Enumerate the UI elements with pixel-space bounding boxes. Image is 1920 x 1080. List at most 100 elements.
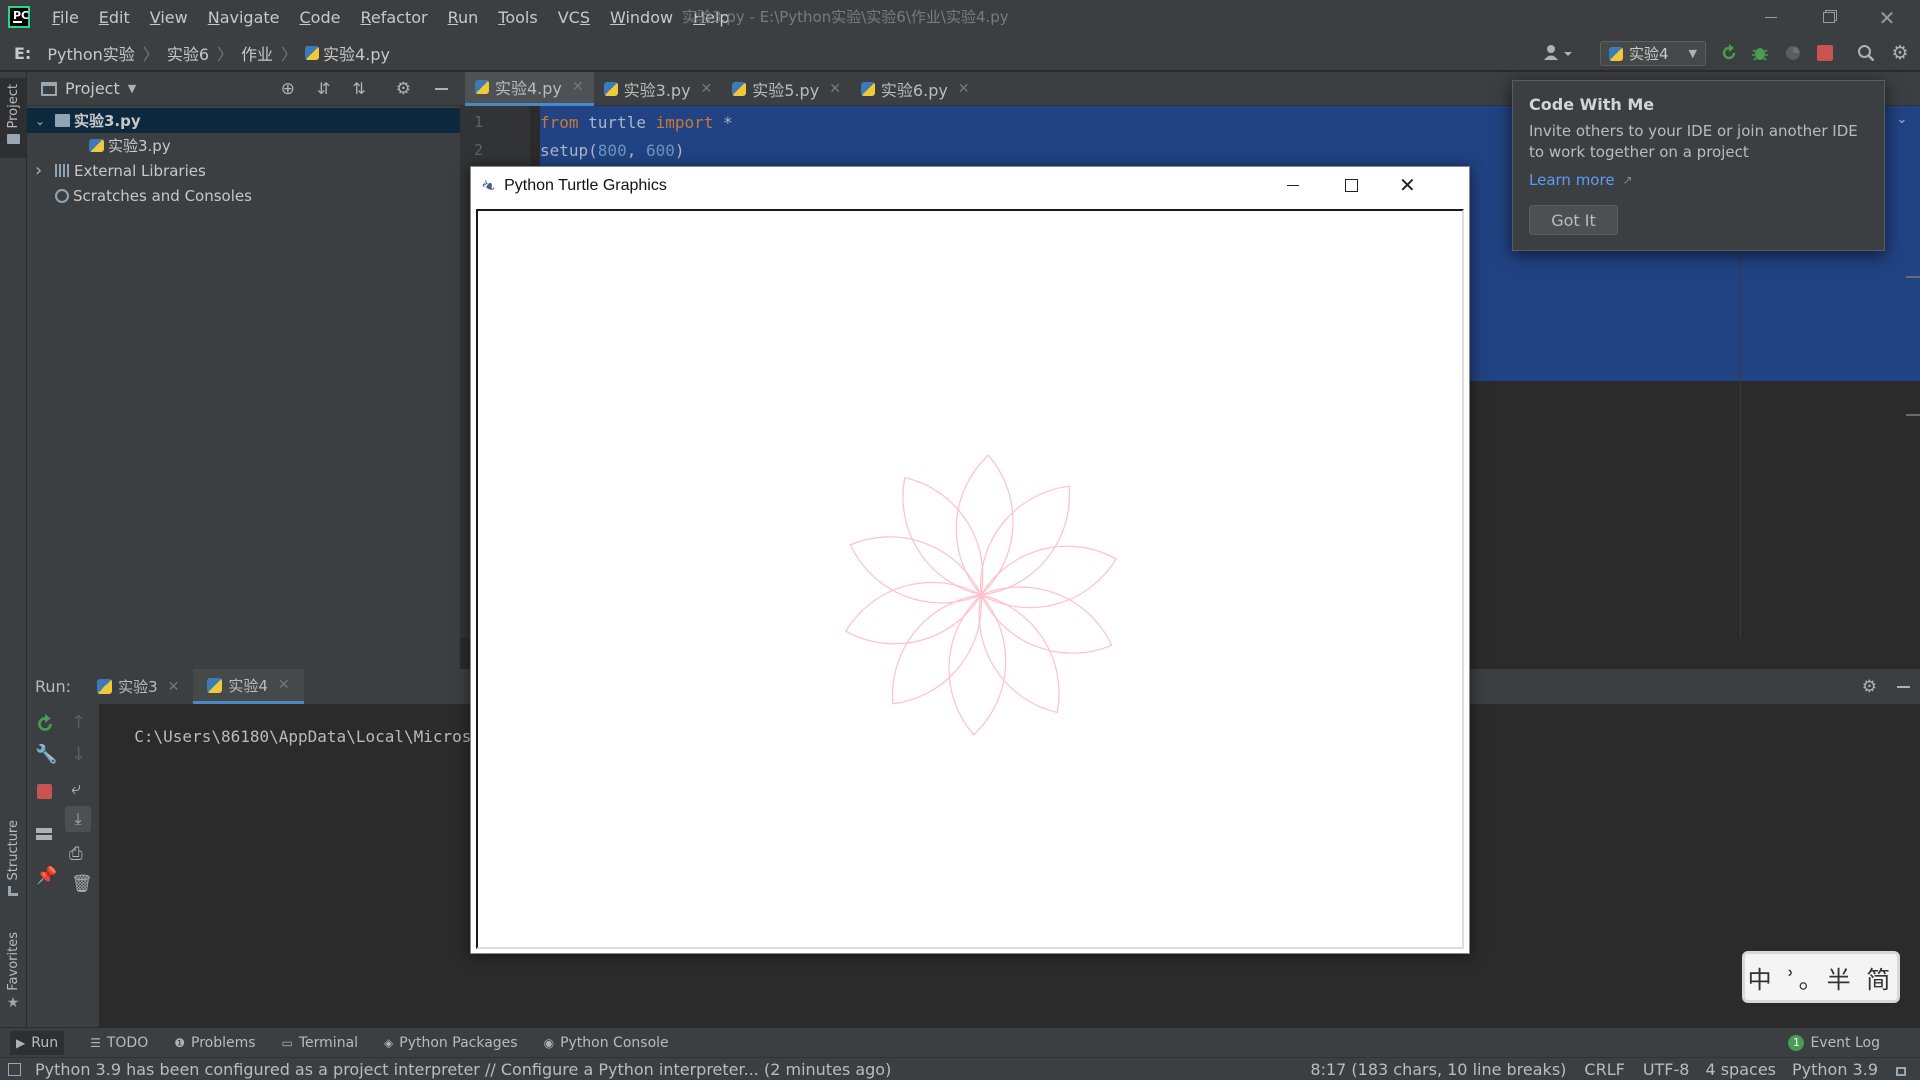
tool-window-button-problems[interactable]: ❶ Problems xyxy=(174,1035,255,1051)
up-arrow-icon[interactable]: ↑ xyxy=(71,712,86,733)
hide-panel-icon[interactable] xyxy=(435,87,448,90)
file-encoding[interactable]: UTF-8 xyxy=(1643,1060,1690,1079)
layout-icon[interactable] xyxy=(36,828,52,840)
restore-window-button[interactable] xyxy=(1800,0,1858,35)
locate-file-icon[interactable]: ⊕ xyxy=(281,79,295,99)
console-output[interactable]: C:\Users\86180\AppData\Local\Microso xyxy=(115,708,481,746)
add-configuration-user-icon[interactable] xyxy=(1542,43,1574,63)
turtle-minimize-button[interactable] xyxy=(1287,185,1299,186)
down-arrow-icon[interactable]: ↓ xyxy=(71,744,86,765)
status-bar: Python 3.9 has been configured as a proj… xyxy=(0,1057,1920,1080)
profile-icon[interactable] xyxy=(1784,44,1802,62)
chevron-right-icon[interactable]: › xyxy=(35,160,51,181)
print-icon[interactable]: ⎙ xyxy=(69,844,83,864)
menu-edit[interactable]: Edit xyxy=(89,0,140,35)
close-tab-icon[interactable]: ✕ xyxy=(168,679,180,695)
menu-vcs[interactable]: VCS xyxy=(548,0,600,35)
run-tab[interactable]: 实验4 ✕ xyxy=(193,669,304,704)
run-configuration-select[interactable]: 实验4 ▼ xyxy=(1600,41,1706,66)
minimize-window-button[interactable] xyxy=(1742,0,1800,35)
tree-item[interactable]: ⌄ 实验3.py xyxy=(27,108,460,133)
python-packages-icon: ◈ xyxy=(384,1035,394,1050)
wrench-icon[interactable]: 🔧 xyxy=(35,744,57,765)
hide-run-panel-icon[interactable] xyxy=(1897,685,1910,688)
scroll-to-end-icon[interactable]: ⤓ xyxy=(65,806,91,832)
breadcrumb-item[interactable]: 作业 xyxy=(241,41,273,65)
tool-window-buttons: ▶ Run ☰ TODO ❶ Problems ▭ Terminal ◈ Python Packa… xyxy=(10,1030,695,1055)
menu-code[interactable]: Code xyxy=(290,0,351,35)
menu-window[interactable]: Window xyxy=(600,0,683,35)
star-icon: ★ xyxy=(6,994,20,1011)
panel-settings-icon[interactable]: ⚙ xyxy=(396,79,411,99)
stop-icon[interactable] xyxy=(37,784,52,799)
expand-all-icon[interactable]: ⇵ xyxy=(317,79,330,98)
menu-refactor[interactable]: Refactor xyxy=(350,0,437,35)
turtle-title-bar[interactable]: ❧ Python Turtle Graphics ✕ xyxy=(471,167,1469,205)
menu-file[interactable]: File xyxy=(42,0,89,35)
project-view-select[interactable]: Project xyxy=(65,79,120,98)
tree-item[interactable]: 实验3.py xyxy=(27,133,460,158)
tool-window-button-python-console[interactable]: ◉ Python Console xyxy=(544,1035,669,1051)
collapse-all-icon[interactable]: ⇅ xyxy=(352,79,365,98)
stop-icon[interactable] xyxy=(1817,45,1833,61)
tool-window-button-python-packages[interactable]: ◈ Python Packages xyxy=(384,1035,518,1051)
favorites-tool-tab[interactable]: Favorites ★ xyxy=(0,932,26,1032)
breadcrumb-item[interactable]: 实验4.py xyxy=(323,41,390,65)
trash-icon[interactable]: 🗑 xyxy=(71,874,93,894)
got-it-button[interactable]: Got It xyxy=(1529,205,1618,235)
pin-icon[interactable]: 📌 xyxy=(36,866,57,886)
event-log-button[interactable]: 1 Event Log xyxy=(1788,1034,1880,1051)
tool-window-button-todo[interactable]: ☰ TODO xyxy=(90,1035,148,1051)
turtle-graphics-window[interactable]: ❧ Python Turtle Graphics ✕ xyxy=(470,166,1470,954)
pycharm-logo-icon[interactable]: PC xyxy=(8,6,30,28)
rerun-icon[interactable] xyxy=(1720,44,1738,62)
breadcrumb-item[interactable]: E: xyxy=(14,44,31,63)
structure-tool-tab[interactable]: Structure xyxy=(0,820,26,910)
tool-window-label: TODO xyxy=(106,1034,149,1051)
line-separator[interactable]: CRLF xyxy=(1584,1060,1624,1079)
run-tab[interactable]: 实验3 ✕ xyxy=(83,669,193,704)
indent-setting[interactable]: 4 spaces xyxy=(1705,1060,1776,1079)
menu-tools[interactable]: Tools xyxy=(488,0,547,35)
tool-window-button-terminal[interactable]: ▭ Terminal xyxy=(282,1035,359,1051)
project-tool-tab[interactable]: Project xyxy=(0,78,26,158)
menu-view[interactable]: View xyxy=(140,0,198,35)
python-interpreter[interactable]: Python 3.9 xyxy=(1792,1060,1878,1079)
close-window-button[interactable]: ✕ xyxy=(1858,0,1916,35)
turtle-close-button[interactable]: ✕ xyxy=(1399,173,1416,197)
editor-tabs-dropdown-icon[interactable]: ⌄ xyxy=(1890,112,1914,132)
tree-item[interactable]: Scratches and Consoles xyxy=(27,183,460,208)
breadcrumb-item[interactable]: 实验6 xyxy=(167,41,209,65)
tool-window-button-run[interactable]: ▶ Run xyxy=(10,1030,65,1055)
editor-tab[interactable]: 实验3.py ✕ xyxy=(594,72,723,106)
menu-navigate[interactable]: Navigate xyxy=(198,0,290,35)
lock-icon[interactable] xyxy=(1896,1066,1906,1076)
status-panel-toggle-icon[interactable] xyxy=(8,1062,21,1076)
problems-icon: ❶ xyxy=(174,1035,185,1050)
close-tab-icon[interactable]: ✕ xyxy=(701,81,713,97)
error-stripe-mark[interactable] xyxy=(1906,414,1920,416)
rerun-icon[interactable] xyxy=(35,714,55,734)
close-tab-icon[interactable]: ✕ xyxy=(278,677,290,693)
tree-item[interactable]: › External Libraries xyxy=(27,158,460,183)
caret-position[interactable]: 8:17 (183 chars, 10 line breaks) xyxy=(1310,1060,1566,1079)
turtle-maximize-button[interactable] xyxy=(1345,179,1358,192)
menu-run[interactable]: Run xyxy=(438,0,489,35)
close-tab-icon[interactable]: ✕ xyxy=(829,81,841,97)
soft-wrap-icon[interactable]: ⤶ xyxy=(71,778,81,799)
error-stripe-mark[interactable] xyxy=(1906,276,1920,278)
learn-more-link[interactable]: Learn more ↗ xyxy=(1529,171,1633,189)
ime-indicator[interactable]: 中 ʾ。半 简 xyxy=(1742,951,1900,1003)
breadcrumb-item[interactable]: Python实验 xyxy=(47,41,134,65)
editor-tab[interactable]: 实验5.py ✕ xyxy=(722,72,851,106)
debug-bug-icon[interactable] xyxy=(1751,44,1769,62)
chevron-down-icon[interactable]: ⌄ xyxy=(35,114,51,128)
close-tab-icon[interactable]: ✕ xyxy=(572,79,584,95)
settings-gear-icon[interactable]: ⚙ xyxy=(1890,43,1910,63)
status-message[interactable]: Python 3.9 has been configured as a proj… xyxy=(35,1060,891,1079)
editor-tab[interactable]: 实验6.py ✕ xyxy=(851,72,980,106)
search-everywhere-icon[interactable] xyxy=(1857,44,1875,62)
close-tab-icon[interactable]: ✕ xyxy=(958,81,970,97)
run-settings-icon[interactable]: ⚙ xyxy=(1862,677,1877,697)
editor-tab[interactable]: 实验4.py ✕ xyxy=(465,71,594,106)
